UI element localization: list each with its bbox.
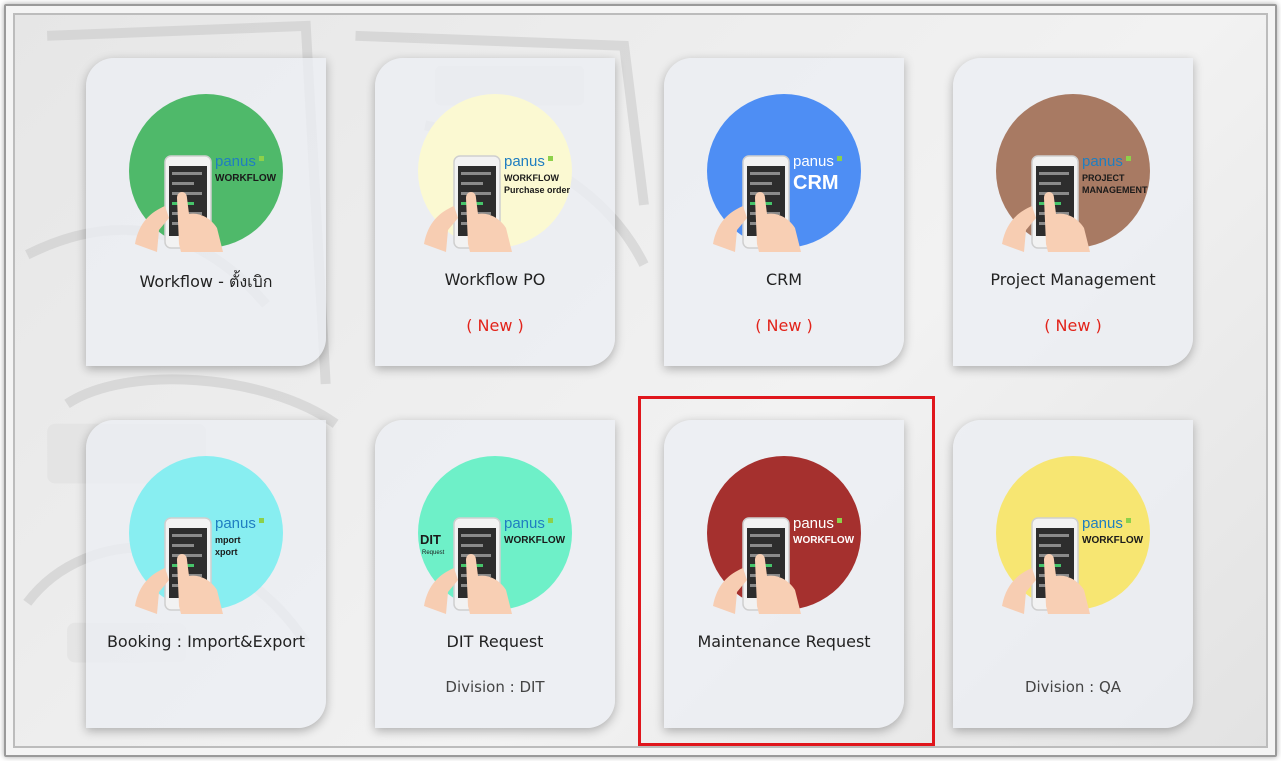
logo-line-2: MANAGEMENT xyxy=(1082,185,1148,195)
card-title: DIT Request xyxy=(446,632,544,651)
logo-line-1: WORKFLOW xyxy=(793,535,855,546)
screen-line xyxy=(1039,554,1069,557)
screen-line xyxy=(172,534,202,537)
screen-line xyxy=(172,182,194,185)
logo-line-1: mport xyxy=(215,535,241,545)
screen-line xyxy=(750,554,780,557)
panus-logo-icon: panus xyxy=(1082,515,1123,532)
app-card-workflow[interactable]: panus WORKFLOW Workflow - ตั้งเบิก xyxy=(86,58,326,366)
app-frame: panus WORKFLOW Workflow - ตั้งเบิก panus W… xyxy=(4,4,1277,757)
panus-logo-icon: panus xyxy=(504,515,545,532)
screen-line xyxy=(750,534,780,537)
app-card-booking[interactable]: panus mport xport Booking : Import&Export xyxy=(86,420,326,728)
logo-line-1: PROJECT xyxy=(1082,173,1125,183)
screen-line xyxy=(461,172,491,175)
screen-line xyxy=(172,172,202,175)
logo-dot xyxy=(1126,156,1131,161)
app-card-workflow-po[interactable]: panus WORKFLOW Purchase order Workflow PO … xyxy=(375,58,615,366)
screen-line xyxy=(172,554,202,557)
logo-dot xyxy=(259,156,264,161)
logo-line-1: WORKFLOW xyxy=(1082,535,1144,546)
new-badge: ( New ) xyxy=(466,316,524,335)
screen-line xyxy=(172,192,202,195)
logo-dot xyxy=(1126,518,1131,523)
logo-line-1: WORKFLOW xyxy=(504,173,559,183)
screen-line xyxy=(1039,544,1061,547)
panus-logo-icon: panus xyxy=(215,515,256,532)
card-title: Project Management xyxy=(990,270,1156,289)
app-card-qa[interactable]: panus WORKFLOW Division : QA xyxy=(953,420,1193,728)
screen-line xyxy=(461,192,491,195)
logo-line-1: CRM xyxy=(793,172,839,194)
new-badge: ( New ) xyxy=(1044,316,1102,335)
left-hand xyxy=(1002,568,1036,614)
left-hand xyxy=(713,568,747,614)
logo-line-2: Purchase order xyxy=(504,185,571,195)
hands-holding-phone-icon: panus mport xport xyxy=(135,515,264,614)
logo-line-1: WORKFLOW xyxy=(215,173,277,184)
app-card-maintenance-request[interactable]: panus WORKFLOW Maintenance Request xyxy=(664,420,904,728)
hands-holding-phone-icon: panus WORKFLOW Purchase order xyxy=(424,153,571,252)
logo-line-1: WORKFLOW xyxy=(504,535,566,546)
app-card-dit-request[interactable]: panus WORKFLOW DIT Request DIT Request Divi… xyxy=(375,420,615,728)
logo-line-2: xport xyxy=(215,547,238,557)
new-badge: ( New ) xyxy=(755,316,813,335)
logo-dot xyxy=(259,518,264,523)
screen-line xyxy=(172,544,194,547)
panus-logo-icon: panus xyxy=(793,153,834,170)
hands-holding-phone-icon: panus WORKFLOW DIT Request xyxy=(420,515,566,614)
screen-line xyxy=(1039,192,1069,195)
screen-line xyxy=(461,554,491,557)
app-card-crm[interactable]: panus CRM CRM ( New ) xyxy=(664,58,904,366)
hands-holding-phone-icon: panus CRM xyxy=(713,153,842,252)
side-label: DIT xyxy=(420,532,441,547)
screen-line xyxy=(1039,534,1069,537)
left-hand xyxy=(424,568,458,614)
left-hand xyxy=(713,206,747,252)
logo-dot xyxy=(837,156,842,161)
card-title: Workflow PO xyxy=(444,270,546,289)
panus-logo-icon: panus xyxy=(504,153,545,170)
card-title: Workflow - ตั้งเบิก xyxy=(139,272,273,291)
screen-line xyxy=(1039,172,1069,175)
panus-logo-icon: panus xyxy=(215,153,256,170)
card-title: CRM xyxy=(765,270,803,289)
panus-logo-icon: panus xyxy=(1082,153,1123,170)
left-hand xyxy=(135,568,169,614)
card-subtitle: Division : DIT xyxy=(445,678,545,696)
logo-dot xyxy=(837,518,842,523)
app-card-project-management[interactable]: panus PROJECT MANAGEMENT Project Managemen… xyxy=(953,58,1193,366)
card-subtitle: Division : QA xyxy=(1024,678,1122,696)
hands-holding-phone-icon: panus WORKFLOW xyxy=(135,153,277,252)
screen-line xyxy=(461,534,491,537)
hands-holding-phone-icon: panus PROJECT MANAGEMENT xyxy=(1002,153,1148,252)
left-hand xyxy=(1002,206,1036,252)
hands-holding-phone-icon: panus WORKFLOW xyxy=(713,515,855,614)
screen-line xyxy=(461,182,483,185)
panus-logo-icon: panus xyxy=(793,515,834,532)
screen-line xyxy=(461,544,483,547)
logo-dot xyxy=(548,518,553,523)
left-hand xyxy=(424,206,458,252)
screen-line xyxy=(750,172,780,175)
hands-holding-phone-icon: panus WORKFLOW xyxy=(1002,515,1144,614)
logo-dot xyxy=(548,156,553,161)
screen-line xyxy=(1039,182,1061,185)
screen-line xyxy=(750,544,772,547)
left-hand xyxy=(135,206,169,252)
card-title: Booking : Import&Export xyxy=(106,632,306,651)
card-title: Maintenance Request xyxy=(697,632,871,651)
side-sub: Request xyxy=(422,550,445,556)
screen-line xyxy=(750,182,772,185)
screen-line xyxy=(750,192,780,195)
